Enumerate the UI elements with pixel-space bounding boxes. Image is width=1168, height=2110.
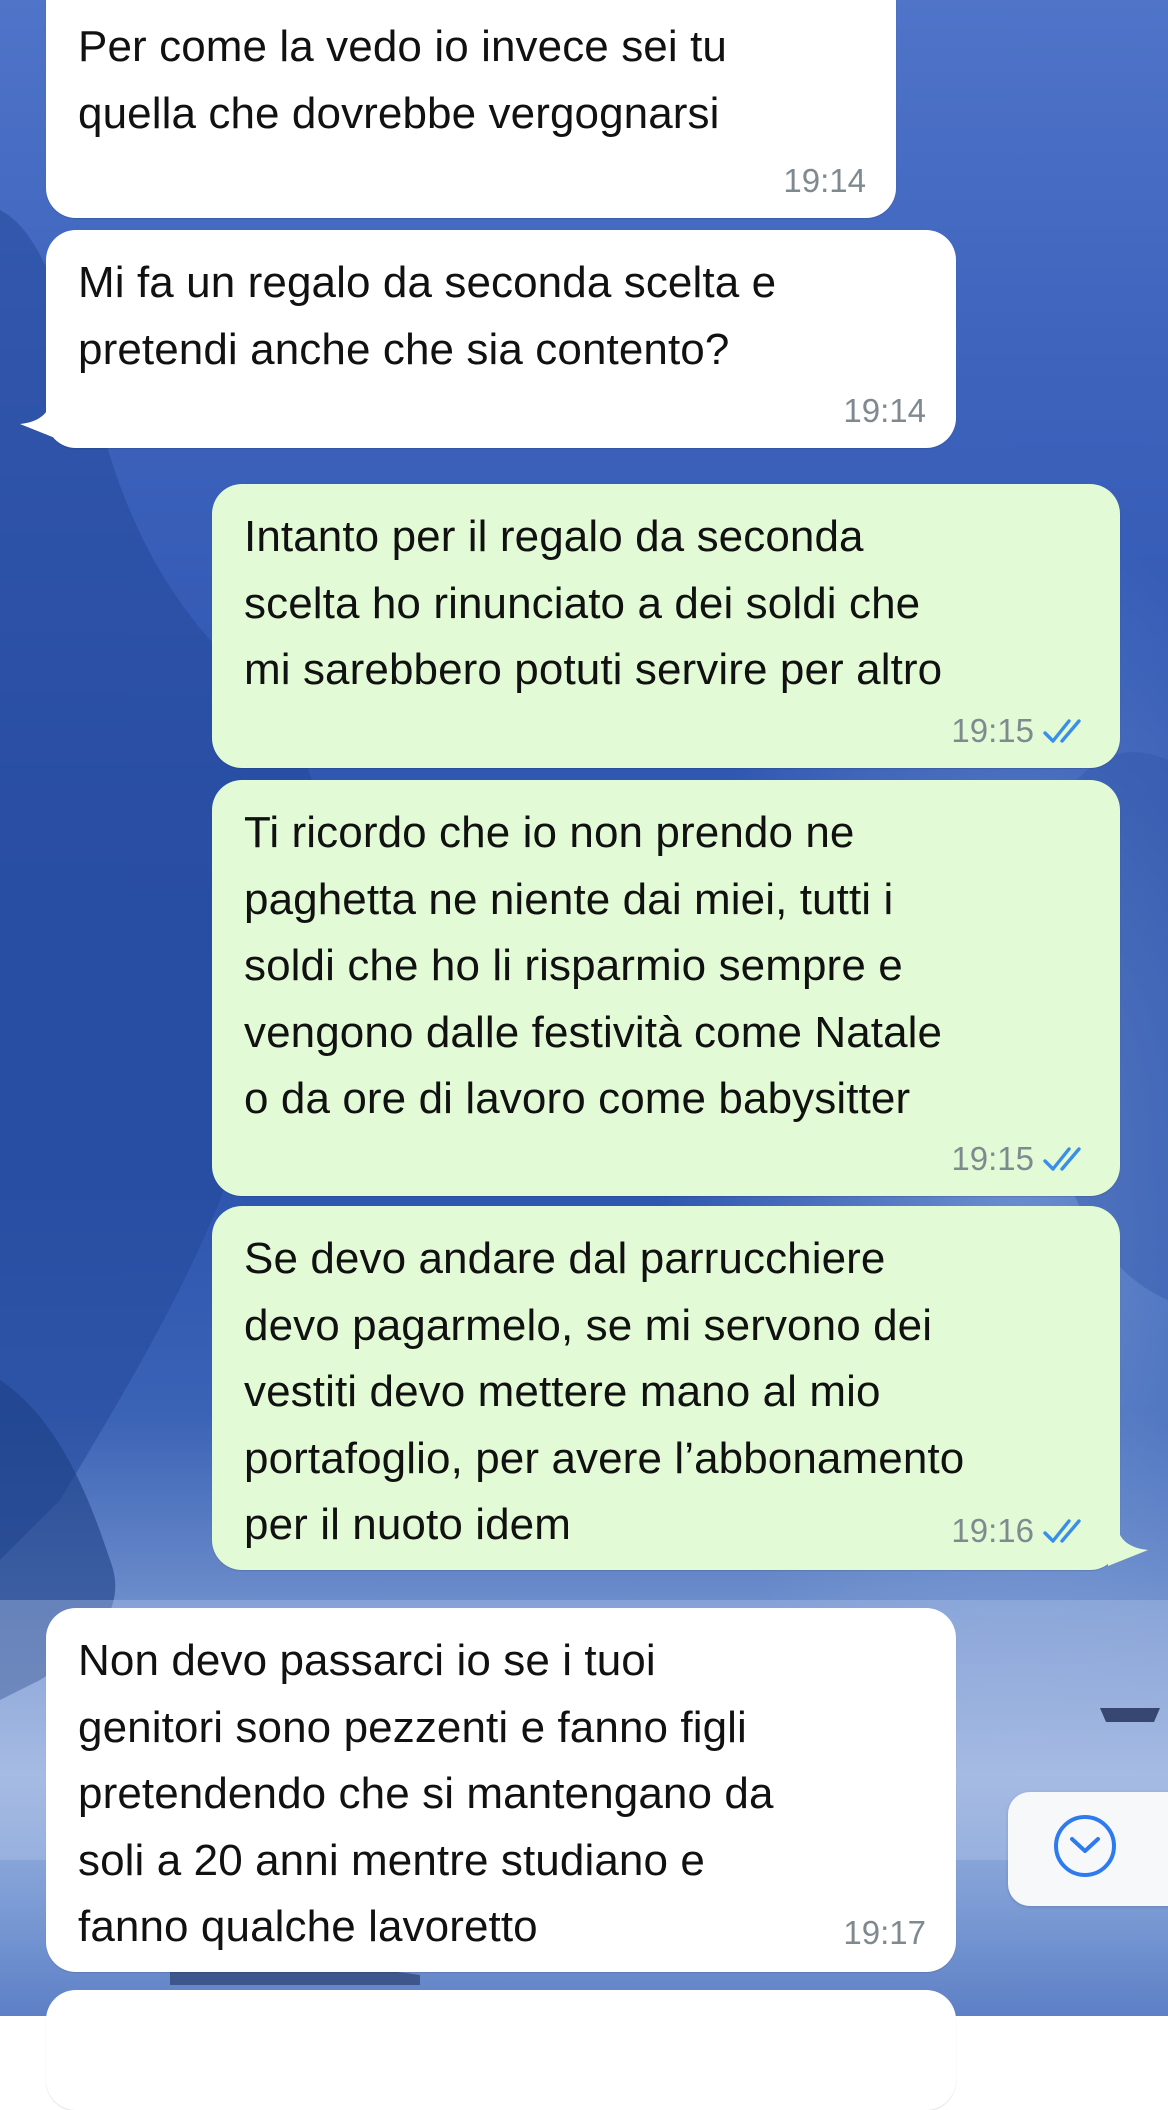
message-meta: 19:15: [951, 712, 1090, 750]
message-text: Se devo andare dal parrucchiere devo pag…: [244, 1234, 965, 1549]
message-meta: 19:14: [783, 162, 866, 200]
message-meta: 19:14: [843, 392, 926, 430]
bubble-tail-outgoing: [1108, 1526, 1148, 1566]
scroll-to-bottom-button[interactable]: [1008, 1792, 1168, 1906]
chevron-down-icon: [1070, 1837, 1100, 1853]
message-time: 19:15: [951, 1140, 1034, 1177]
message-time: 19:17: [843, 1914, 926, 1951]
message-time: 19:14: [843, 392, 926, 429]
message-text: Non devo passarci io se i tuoi genitori …: [78, 1636, 774, 1951]
double-check-icon: [1043, 1147, 1081, 1171]
message-text: Intanto per il regalo da seconda scelta …: [244, 512, 943, 694]
message-bubble-incoming[interactable]: Per come la vedo io invece sei tu quella…: [46, 0, 896, 218]
message-text: Ti ricordo che io non prendo ne paghetta…: [244, 808, 943, 1123]
bubble-tail-incoming: [20, 400, 60, 440]
message-text: Mi fa un regalo da seconda scelta e pret…: [78, 258, 777, 374]
message-bubble-incoming[interactable]: Non devo passarci io se i tuoi genitori …: [46, 1608, 956, 1972]
message-time: 19:15: [951, 712, 1034, 749]
message-bubble-outgoing[interactable]: Se devo andare dal parrucchiere devo pag…: [212, 1206, 1120, 1570]
double-check-icon: [1043, 719, 1081, 743]
message-time: 19:16: [951, 1512, 1034, 1549]
message-bubble-outgoing[interactable]: Intanto per il regalo da seconda scelta …: [212, 484, 1120, 768]
message-meta: 19:17: [843, 1914, 926, 1952]
message-bubble-incoming-partial[interactable]: [46, 1990, 956, 2110]
message-meta: 19:16: [951, 1512, 1090, 1550]
double-check-icon: [1043, 1519, 1081, 1543]
message-time: 19:14: [783, 162, 866, 199]
message-meta: 19:15: [951, 1140, 1090, 1178]
message-bubble-incoming[interactable]: Mi fa un regalo da seconda scelta e pret…: [46, 230, 956, 448]
message-bubble-outgoing[interactable]: Ti ricordo che io non prendo ne paghetta…: [212, 780, 1120, 1196]
message-text: Per come la vedo io invece sei tu quella…: [78, 22, 727, 138]
